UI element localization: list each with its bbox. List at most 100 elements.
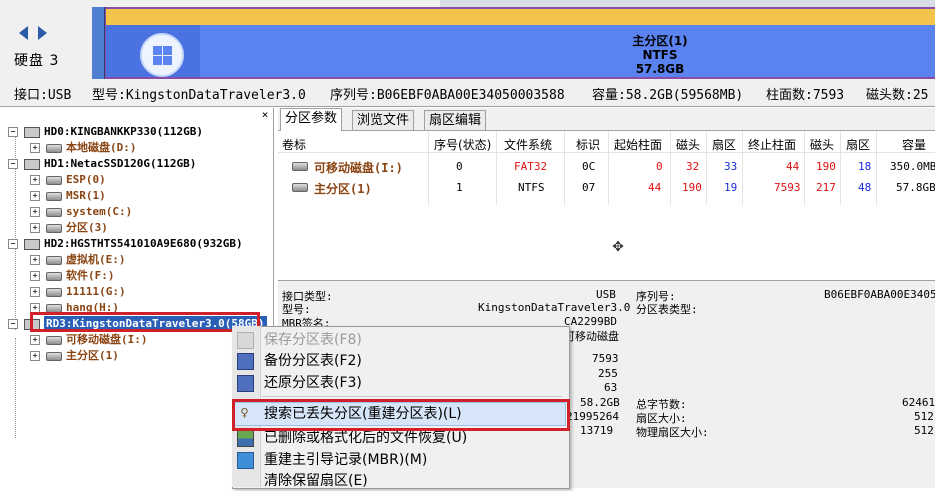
info-interface: 接口:USB: [14, 88, 72, 103]
info-capacity: 容量:58.2GB(59568MB): [592, 88, 744, 103]
tab-browse-files[interactable]: 浏览文件: [352, 110, 415, 130]
detail-sectors-value: 63: [604, 381, 618, 394]
col-header-fs[interactable]: 文件系统: [504, 136, 552, 153]
file-recovery-icon: [237, 430, 254, 447]
menu-item-save-table[interactable]: 保存分区表(F8): [264, 330, 362, 350]
detail-model-value: KingstonDataTraveler3.0: [478, 301, 631, 314]
expand-icon[interactable]: +: [30, 255, 40, 265]
detail-signature-value: CA2299BD: [564, 315, 617, 328]
menu-item-file-recovery[interactable]: 已删除或格式化后的文件恢复(U): [264, 428, 467, 448]
col-header-end-cyl[interactable]: 终止柱面: [748, 136, 796, 153]
row-start-head: 190: [682, 181, 702, 194]
tab-sector-editor[interactable]: 扇区编辑: [424, 110, 487, 130]
tree-node-label: 软件(F:): [66, 269, 115, 282]
detail-total-sectors-value: 62461: [902, 396, 935, 409]
disk-map-partition-label: 主分区(1) NTFS 57.8GB: [560, 34, 760, 76]
detail-phys-sector-label: 物理扇区大小:: [636, 426, 709, 439]
disk-info-line: 接口:USB 型号:KingstonDataTraveler3.0 序列号:B0…: [0, 80, 935, 107]
menu-item-backup-table[interactable]: 备份分区表(F2): [264, 351, 362, 371]
partition-icon: [46, 352, 62, 361]
disk-label: 硬盘 3: [14, 53, 60, 69]
menu-item-rebuild-mbr[interactable]: 重建主引导记录(MBR)(M): [264, 450, 427, 470]
row-fs: FAT32: [514, 160, 548, 173]
disk-map-partition[interactable]: [106, 9, 935, 77]
info-serial: 序列号:B06EBF0ABA00E34050003588: [330, 88, 565, 103]
expand-icon[interactable]: +: [30, 351, 40, 361]
col-header-label[interactable]: 卷标: [282, 136, 306, 153]
partition-icon: [46, 288, 62, 297]
detail-attr-value: 可移动磁盘: [564, 330, 619, 343]
tab-partition-params[interactable]: 分区参数: [280, 108, 343, 131]
windows-logo-icon: [140, 33, 184, 77]
partition-icon: [46, 336, 62, 345]
partition-icon: [46, 208, 62, 217]
row-start-sector: 33: [724, 160, 738, 173]
info-cylinders: 柱面数:7593: [766, 88, 845, 103]
menu-highlight-box: [232, 399, 570, 431]
col-header-capacity[interactable]: 容量: [902, 136, 926, 153]
tree-highlight-box: [30, 312, 260, 332]
prev-disk-arrow-icon[interactable]: [19, 26, 28, 40]
col-header-id[interactable]: 标识: [576, 136, 600, 153]
row-label: 可移动磁盘(I:): [314, 161, 403, 175]
collapse-icon[interactable]: −: [8, 127, 18, 137]
tree-node-label: 分区(3): [66, 221, 108, 234]
partition-icon: [46, 272, 62, 281]
partition-table: 卷标 序号(状态) 文件系统 标识 起始柱面 磁头 扇区 终止柱面 磁头 扇区 …: [278, 131, 935, 279]
col-header-start-cyl[interactable]: 起始柱面: [614, 136, 662, 153]
expand-icon[interactable]: +: [30, 191, 40, 201]
col-header-start-sector[interactable]: 扇区: [712, 136, 736, 153]
col-header-index[interactable]: 序号(状态): [434, 136, 491, 153]
row-capacity: 57.8GB: [896, 181, 935, 194]
rebuild-mbr-icon: [237, 452, 254, 469]
row-end-cyl: 7593: [774, 181, 801, 194]
collapse-icon[interactable]: −: [8, 159, 18, 169]
next-disk-arrow-icon[interactable]: [38, 26, 47, 40]
detail-total-bytes-value: 21995264: [566, 410, 619, 423]
row-fs: NTFS: [518, 181, 545, 194]
expand-icon[interactable]: +: [30, 175, 40, 185]
row-start-sector: 19: [724, 181, 738, 194]
expand-icon[interactable]: +: [30, 207, 40, 217]
tree-node-label: HD2:HGSTHTS541010A9E680(932GB): [44, 237, 243, 250]
tree-close-icon[interactable]: ×: [259, 108, 271, 122]
expand-icon[interactable]: +: [30, 271, 40, 281]
tree-node-label: system(C:): [66, 205, 133, 218]
collapse-icon[interactable]: −: [8, 239, 18, 249]
detail-interface-value: USB: [596, 288, 616, 301]
partition-icon: [292, 183, 308, 192]
partition-icon: [46, 256, 62, 265]
expand-icon[interactable]: +: [30, 287, 40, 297]
partition-icon: [46, 144, 62, 153]
row-id: 07: [582, 181, 596, 194]
info-model: 型号:KingstonDataTraveler3.0: [92, 88, 306, 103]
disk-map-small-partition[interactable]: [92, 7, 105, 79]
row-capacity: 350.0MB: [890, 160, 935, 173]
collapse-icon[interactable]: −: [8, 319, 18, 329]
row-end-sector: 18: [858, 160, 872, 173]
expand-icon[interactable]: +: [30, 335, 40, 345]
menu-item-clear-reserved[interactable]: 清除保留扇区(E): [264, 471, 368, 491]
row-index: 0: [456, 160, 463, 173]
tree-node-label: 主分区(1): [66, 349, 119, 362]
tree-node-label: ESP(0): [66, 173, 106, 186]
tree-node-label: HD0:KINGBANKKP330(112GB): [44, 125, 203, 138]
expand-icon[interactable]: +: [30, 223, 40, 233]
detail-cyl-value: 7593: [592, 352, 619, 365]
col-header-end-head[interactable]: 磁头: [810, 136, 834, 153]
detail-serial-value: B06EBF0ABA00E34050: [824, 288, 935, 301]
row-start-head: 32: [686, 160, 700, 173]
tree-node-label: 本地磁盘(D:): [66, 141, 137, 154]
move-cursor-icon: ✥: [612, 235, 624, 256]
detail-capacity-value: 58.2GB: [580, 396, 620, 409]
hard-disk-icon: [24, 127, 40, 138]
detail-heads-value: 255: [598, 367, 618, 380]
col-header-end-sector[interactable]: 扇区: [846, 136, 870, 153]
partition-size: 57.8GB: [635, 62, 685, 76]
menu-item-restore-table[interactable]: 还原分区表(F3): [264, 373, 362, 393]
expand-icon[interactable]: +: [30, 143, 40, 153]
row-start-cyl: 44: [648, 181, 662, 194]
detail-table-type-label: 分区表类型:: [636, 303, 698, 316]
col-header-start-head[interactable]: 磁头: [676, 136, 700, 153]
row-end-cyl: 44: [786, 160, 800, 173]
